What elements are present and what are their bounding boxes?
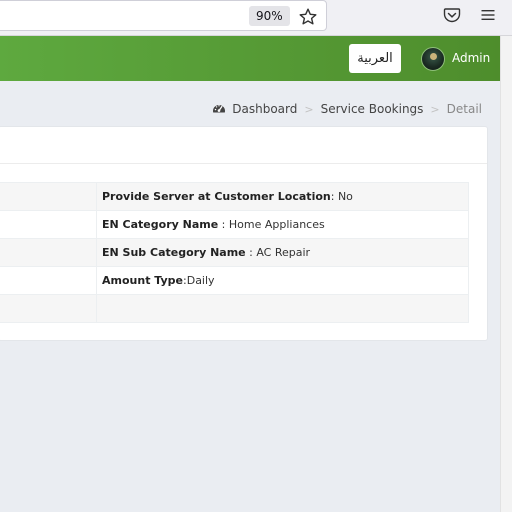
table-cell: [96, 294, 469, 323]
detail-separator: :: [330, 190, 338, 203]
language-switch-button[interactable]: العربية: [349, 44, 401, 73]
user-menu-label[interactable]: Admin: [452, 51, 490, 65]
breadcrumb-dashboard-link[interactable]: Dashboard: [232, 102, 297, 116]
bookmark-star-icon[interactable]: [298, 7, 318, 27]
table-row: EN Category Name : Home Appliances: [0, 210, 469, 239]
table-row: [0, 294, 469, 323]
table-cell: [0, 210, 97, 239]
detail-value: No: [337, 190, 353, 203]
detail-label: EN Sub Category Name: [102, 246, 246, 259]
detail-label: Amount Type: [102, 274, 183, 287]
dashboard-icon: [213, 104, 226, 113]
detail-separator: :: [245, 246, 257, 259]
zoom-level-badge[interactable]: 90%: [249, 6, 290, 26]
detail-label: EN Category Name: [102, 218, 219, 231]
detail-label: Provide Server at Customer Location: [102, 190, 331, 203]
breadcrumb: Dashboard > Service Bookings > Detail: [212, 102, 482, 116]
detail-value: AC Repair: [256, 246, 311, 259]
breadcrumb-current: Detail: [446, 102, 482, 116]
breadcrumb-separator: >: [304, 102, 314, 116]
detail-value: Home Appliances: [228, 218, 325, 231]
table-cell: [0, 182, 97, 211]
app-header: العربية Admin: [0, 36, 500, 81]
table-cell: [0, 294, 97, 323]
pocket-icon[interactable]: [443, 6, 461, 24]
breadcrumb-separator: >: [430, 102, 440, 116]
table-cell: [0, 238, 97, 267]
table-cell: EN Category Name : Home Appliances: [96, 210, 469, 239]
detail-separator: :: [218, 218, 229, 231]
table-row: Provide Server at Customer Location: No: [0, 182, 469, 211]
avatar[interactable]: [421, 47, 445, 71]
page-scrollbar[interactable]: [500, 36, 512, 512]
table-row: Amount Type:Daily: [0, 266, 469, 295]
detail-value: Daily: [186, 274, 215, 287]
table-cell: Provide Server at Customer Location: No: [96, 182, 469, 211]
url-bar[interactable]: 90%: [0, 0, 327, 31]
card-header: [0, 127, 487, 164]
browser-toolbar: 90%: [0, 0, 512, 36]
hamburger-menu-icon[interactable]: [480, 7, 496, 23]
table-row: EN Sub Category Name : AC Repair: [0, 238, 469, 267]
table-cell: Amount Type:Daily: [96, 266, 469, 295]
table-cell: [0, 266, 97, 295]
details-table: Provide Server at Customer Location: No …: [0, 182, 469, 323]
table-cell: EN Sub Category Name : AC Repair: [96, 238, 469, 267]
breadcrumb-service-bookings-link[interactable]: Service Bookings: [321, 102, 424, 116]
